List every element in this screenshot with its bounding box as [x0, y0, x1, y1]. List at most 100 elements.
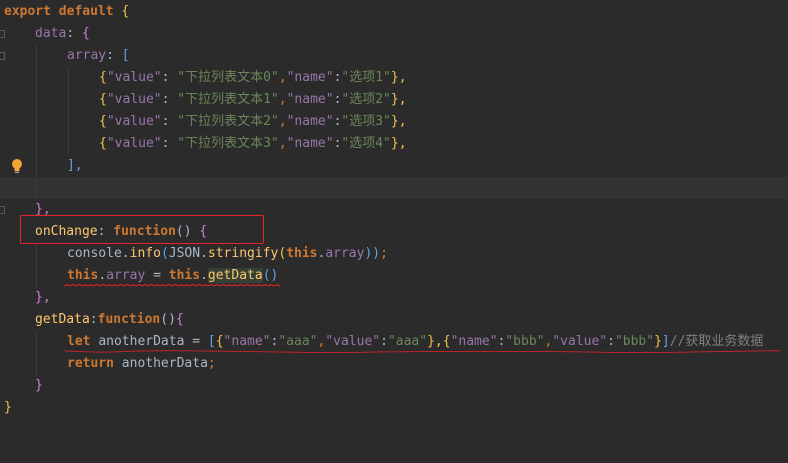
indent-guide [36, 243, 37, 265]
keyword-default: default [58, 4, 114, 19]
property-data: data [35, 26, 67, 41]
annotation-highlight-box [20, 215, 264, 244]
json-string: "选项4" [341, 136, 391, 151]
method-info: info [129, 246, 161, 261]
json-string: "下拉列表文本3" [177, 136, 279, 151]
variable-anotherdata: anotherData [98, 334, 185, 349]
keyword-return: return [67, 356, 114, 371]
brace: }, [427, 334, 443, 349]
method-getdata-call[interactable]: getData [207, 268, 263, 283]
json-string: "选项1" [341, 70, 391, 85]
keyword-this: this [67, 268, 99, 283]
code-line-2[interactable]: data: { [0, 23, 788, 45]
json-key: "name" [286, 114, 334, 129]
indent-guide [68, 111, 69, 133]
property-array: array [67, 48, 107, 63]
code-line-12[interactable]: console.info(JSON.stringify(this.array))… [0, 243, 788, 265]
brace: }, [35, 290, 51, 305]
colon: : [607, 334, 615, 349]
keyword-function: function [97, 312, 161, 327]
keyword-let: let [67, 334, 91, 349]
dot: . [200, 268, 208, 283]
indent-guide [36, 353, 37, 375]
indent-guide [68, 67, 69, 89]
json-key: "name" [450, 334, 498, 349]
brace: { [442, 334, 451, 349]
json-string: "下拉列表文本2" [177, 114, 279, 129]
json-key: "name" [286, 70, 334, 85]
code-line-4[interactable]: {"value": "下拉列表文本0","name":"选项1"}, [0, 67, 788, 89]
json-key: "value" [325, 334, 381, 349]
method-stringify: stringify [207, 246, 279, 261]
paren: ( [160, 246, 169, 261]
colon: : [89, 312, 98, 327]
keyword-this: this [168, 268, 201, 283]
dot: . [200, 246, 208, 261]
code-line-3[interactable]: array: [ [0, 45, 788, 67]
code-comment: //获取业务数据 [669, 334, 764, 349]
indent-guide [36, 67, 37, 89]
brace: } [35, 378, 43, 393]
code-line-14[interactable]: }, [0, 287, 788, 309]
indent-guide [36, 133, 37, 155]
brace: { [99, 70, 107, 85]
parens: () [160, 312, 176, 327]
error-underline [64, 350, 780, 353]
indent-guide [36, 331, 37, 353]
json-string: "选项3" [341, 114, 391, 129]
dot: . [121, 246, 130, 261]
colon: : [106, 48, 114, 63]
json-string: "bbb" [505, 334, 545, 349]
parens: () [262, 268, 279, 283]
json-string: "bbb" [614, 334, 655, 349]
brace: { [175, 312, 184, 327]
assign-operator: = [184, 334, 208, 349]
paren: ( [278, 246, 287, 261]
brace: { [121, 4, 130, 19]
json-string: "下拉列表文本0" [177, 70, 279, 85]
keyword-export: export [4, 4, 51, 19]
code-line-6[interactable]: {"value": "下拉列表文本2","name":"选项3"}, [0, 111, 788, 133]
bracket: ], [67, 158, 83, 173]
brace: }, [390, 70, 407, 85]
indent-guide [36, 177, 37, 199]
code-line-9-current[interactable] [0, 177, 788, 199]
brace: }, [390, 114, 407, 129]
semicolon: ; [207, 356, 216, 371]
colon: : [380, 334, 388, 349]
fold-marker-icon[interactable] [0, 206, 5, 214]
code-line-15[interactable]: getData:function(){ [0, 309, 788, 331]
property-array: array [325, 246, 365, 261]
json-string: "aaa" [387, 334, 428, 349]
paren: )) [364, 246, 381, 261]
brace: { [99, 92, 107, 107]
brace: } [4, 400, 12, 415]
json-key: "value" [106, 70, 162, 85]
code-line-1[interactable]: export default { [0, 1, 788, 23]
fold-marker-icon[interactable] [0, 52, 5, 60]
brace: } [654, 334, 662, 349]
code-line-8[interactable]: ], [0, 155, 788, 177]
json-key: "value" [552, 334, 608, 349]
bracket: [ [207, 334, 216, 349]
json-key: "value" [106, 92, 162, 107]
lightbulb-icon[interactable] [10, 158, 24, 174]
code-line-17[interactable]: return anotherData; [0, 353, 788, 375]
brace: { [99, 136, 107, 151]
indent-guide [36, 155, 37, 177]
bracket: [ [121, 48, 130, 63]
fold-marker-icon[interactable] [0, 30, 5, 38]
code-line-18[interactable]: } [0, 375, 788, 397]
keyword-this: this [286, 246, 318, 261]
code-line-5[interactable]: {"value": "下拉列表文本1","name":"选项2"}, [0, 89, 788, 111]
identifier-json: JSON [168, 246, 201, 261]
code-editor[interactable]: export default { data: { array: [ {"valu… [0, 0, 788, 424]
indent-guide [36, 45, 37, 67]
indent-guide [68, 89, 69, 111]
code-line-7[interactable]: {"value": "下拉列表文本3","name":"选项4"}, [0, 133, 788, 155]
brace: { [81, 26, 90, 41]
json-key: "name" [286, 136, 334, 151]
brace: }, [390, 136, 407, 151]
code-line-19[interactable]: } [0, 397, 788, 419]
indent-guide [36, 265, 37, 287]
